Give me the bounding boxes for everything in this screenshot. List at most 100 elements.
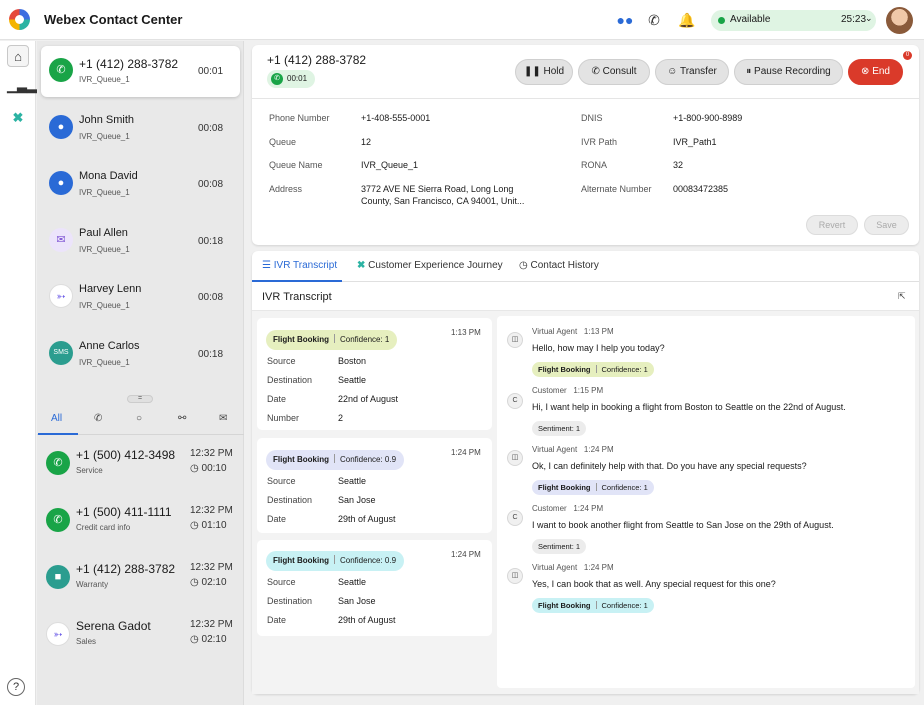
message-time: 1:24 PM	[573, 504, 604, 513]
divider	[252, 98, 919, 99]
filter-tab-all[interactable]: All	[51, 413, 62, 424]
bot-icon: ◫	[507, 568, 523, 584]
message-speaker: Customer	[532, 386, 567, 395]
history-sub: Credit card info	[76, 523, 131, 532]
transfer-button[interactable]: ☺ Transfer	[655, 59, 729, 85]
webex-logo-icon	[9, 9, 30, 30]
history-item[interactable]: ➳ Serena Gadot Sales 12:32 PM ◷ 02:10	[37, 611, 244, 667]
sentiment-badge: Sentiment: 1	[532, 421, 587, 436]
help-icon[interactable]: ?	[7, 678, 25, 696]
intent-key: Destination	[267, 495, 313, 505]
expand-icon[interactable]: ⇱	[898, 291, 906, 302]
customer-icon: C	[507, 510, 523, 526]
pause-recording-button[interactable]: ⏸ Pause Recording	[734, 59, 843, 85]
intent-time: 1:24 PM	[451, 550, 481, 559]
intent-key: Date	[267, 615, 287, 625]
pause-recording-label: Pause Recording	[754, 66, 831, 77]
intent-card: Flight Booking Confidence: 1 1:13 PM Sour…	[257, 318, 492, 430]
message-text: Hi, I want help in booking a flight from…	[532, 402, 846, 412]
phone-icon: ✆	[46, 508, 70, 532]
intent-name: Flight Booking	[273, 556, 329, 565]
history-duration-value: 00:10	[201, 463, 227, 474]
history-item[interactable]: ■ +1 (412) 288-3782 Warranty 12:32 PM ◷ …	[37, 554, 244, 610]
revert-button[interactable]: Revert	[806, 215, 858, 235]
share-icon[interactable]: ⚯	[178, 413, 186, 424]
dnis-value: +1-800-900-8989	[673, 113, 743, 123]
intent-time: 1:13 PM	[451, 328, 481, 337]
bell-icon[interactable]: 🔔	[678, 11, 696, 29]
intent-confidence: Confidence: 1	[340, 335, 390, 344]
history-name: Serena Gadot	[76, 619, 151, 633]
intent-value: 29th of August	[338, 615, 396, 625]
task-item[interactable]: ● Mona David IVR_Queue_1 00:08	[41, 159, 240, 210]
email-icon[interactable]: ✉	[219, 413, 227, 424]
address-line-2: County, San Francisco, CA 94001, Unit...	[361, 196, 525, 206]
history-time: 12:32 PM	[190, 448, 233, 459]
task-item[interactable]: SMS Anne Carlos IVR_Queue_1 00:18	[41, 329, 240, 380]
history-item[interactable]: ✆ +1 (500) 411-1111 Credit card info 12:…	[37, 497, 244, 553]
task-item[interactable]: ● John Smith IVR_Queue_1 00:08	[41, 103, 240, 154]
tab-journey-label: Customer Experience Journey	[368, 260, 503, 271]
webex-icon[interactable]: ●●	[616, 11, 634, 29]
message-intent-badge: Flight Booking Confidence: 1	[532, 362, 654, 377]
task-item[interactable]: ✆ +1 (412) 288-3782 IVR_Queue_1 00:01	[41, 46, 240, 97]
avatar[interactable]	[886, 7, 913, 34]
intent-badge: Flight Booking Confidence: 0.9	[266, 551, 405, 571]
phone-number-label: Phone Number	[269, 113, 330, 123]
tab-ivr-transcript[interactable]: ☰ IVR Transcript	[262, 260, 337, 271]
task-name: Paul Allen	[79, 227, 128, 239]
agent-status-dropdown[interactable]: Available 25:23 ⌄	[711, 10, 876, 31]
task-time: 00:18	[198, 236, 224, 247]
task-item[interactable]: ➳ Harvey Lenn IVR_Queue_1 00:08	[41, 272, 240, 323]
task-queue: IVR_Queue_1	[79, 75, 130, 84]
tab-customer-journey[interactable]: ✖ Customer Experience Journey	[357, 260, 503, 271]
status-timer: 25:23	[841, 14, 867, 25]
intent-badge: Flight Booking Confidence: 0.9	[266, 450, 405, 470]
tab-contact-history[interactable]: ◷ Contact History	[519, 260, 599, 271]
phone-icon[interactable]: ✆	[94, 413, 102, 424]
conversation-panel: ◫ Virtual Agent 1:13 PM Hello, how may I…	[497, 316, 915, 688]
bot-icon: ◫	[507, 332, 523, 348]
ivr-path-label: IVR Path	[581, 137, 618, 147]
resize-handle[interactable]: =	[127, 395, 153, 403]
conversation-column: ◫ Virtual Agent 1:13 PM Hello, how may I…	[497, 311, 919, 694]
intent-name: Flight Booking	[273, 455, 329, 464]
address-line-1: 3772 AVE NE Sierra Road, Long Long	[361, 184, 514, 194]
hold-button[interactable]: ❚❚ Hold	[515, 59, 573, 85]
customer-icon: C	[507, 393, 523, 409]
history-sub: Warranty	[76, 580, 109, 589]
phone-icon[interactable]: ✆	[645, 11, 663, 29]
history-sub: Service	[76, 466, 103, 475]
journey-icon[interactable]: ✖	[7, 107, 29, 129]
active-tab-underline	[252, 280, 342, 282]
history-duration: ◷ 01:10	[190, 520, 227, 531]
history-name: +1 (500) 411-1111	[76, 505, 172, 519]
home-icon[interactable]: ⌂	[7, 45, 29, 67]
message-intent-badge: Flight Booking Confidence: 1	[532, 480, 654, 495]
intent-key: Date	[267, 394, 287, 404]
intent-key: Source	[267, 476, 296, 486]
intent-confidence: Confidence: 0.9	[340, 556, 397, 565]
message-text: I want to book another flight from Seatt…	[532, 520, 834, 530]
message-meta: Virtual Agent 1:24 PM	[532, 445, 614, 454]
nav-rail: ⌂ ▁▃▂ ✖ ?	[0, 41, 37, 705]
message-text: Yes, I can book that as well. Any specia…	[532, 579, 776, 589]
message-meta: Customer 1:15 PM	[532, 386, 603, 395]
intent-value: 29th of August	[338, 514, 396, 524]
alternate-number-value: 00083472385	[673, 184, 729, 194]
intent-column: Flight Booking Confidence: 1 1:13 PM Sour…	[252, 311, 497, 694]
history-duration: ◷ 02:10	[190, 634, 227, 645]
consult-button[interactable]: ✆ Consult	[578, 59, 650, 85]
chat-icon[interactable]: ○	[136, 413, 142, 424]
save-button[interactable]: Save	[864, 215, 909, 235]
end-call-button[interactable]: ⊗ End	[848, 59, 903, 85]
task-time: 00:08	[198, 179, 224, 190]
task-item[interactable]: ✉ Paul Allen IVR_Queue_1 00:18	[41, 216, 240, 267]
history-item[interactable]: ✆ +1 (500) 412-3498 Service 12:32 PM ◷ 0…	[37, 440, 244, 496]
history-time: 12:32 PM	[190, 619, 233, 630]
status-dot-icon	[718, 17, 725, 24]
messenger-icon: ➳	[49, 284, 73, 308]
transcript-card: ☰ IVR Transcript ✖ Customer Experience J…	[252, 251, 919, 694]
rona-value: 32	[673, 160, 684, 170]
stats-icon[interactable]: ▁▃▂	[7, 75, 37, 97]
